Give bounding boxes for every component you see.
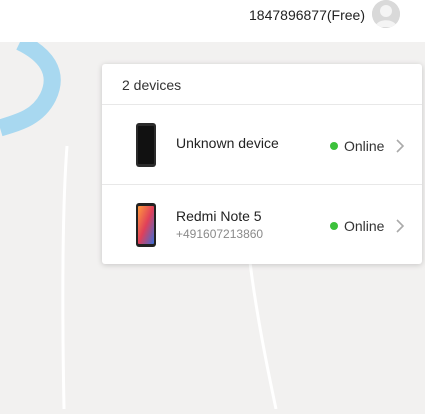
status-online: Online <box>330 138 384 154</box>
online-dot-icon <box>330 222 338 230</box>
device-phone-number: +491607213860 <box>176 227 264 241</box>
phone-icon <box>136 203 156 247</box>
chevron-right-icon <box>395 139 405 153</box>
top-bar: 1847896877(Free) <box>0 0 425 42</box>
account-label[interactable]: 1847896877(Free) <box>249 7 365 23</box>
chevron-right-icon <box>395 219 405 233</box>
phone-icon <box>136 123 156 167</box>
devices-panel: 2 devices Unknown device Online Redmi No… <box>102 64 422 264</box>
status-label: Online <box>344 138 385 154</box>
device-row-redmi-note-5[interactable]: Redmi Note 5 +491607213860 Online <box>102 185 422 265</box>
device-name: Unknown device <box>176 135 279 151</box>
status-online: Online <box>330 218 384 234</box>
device-name: Redmi Note 5 <box>176 208 262 224</box>
status-label: Online <box>344 218 385 234</box>
user-avatar-icon[interactable] <box>372 0 400 28</box>
devices-count-title: 2 devices <box>122 77 182 93</box>
online-dot-icon <box>330 142 338 150</box>
device-row-unknown[interactable]: Unknown device Online <box>102 105 422 185</box>
